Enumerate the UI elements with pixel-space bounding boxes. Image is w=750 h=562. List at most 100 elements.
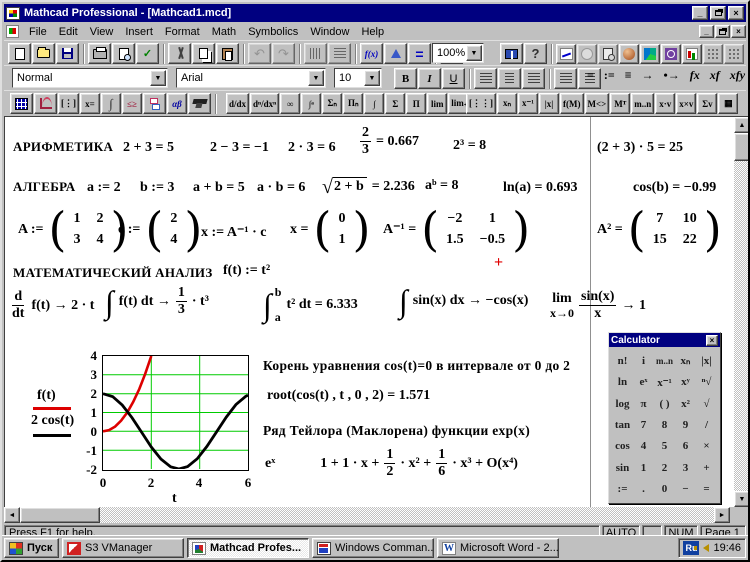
key-plus[interactable]: + [696, 457, 717, 478]
key-equals[interactable]: = [696, 479, 717, 500]
menu-file[interactable]: File [23, 24, 53, 40]
text-region-taylor-caption[interactable]: Ряд Тейлора (Маклорена) функции exp(x) [263, 423, 530, 439]
mathcad-app-icon[interactable] [6, 7, 20, 20]
key-square[interactable]: x² [675, 393, 696, 414]
vertical-scrollbar[interactable]: ▲ ▼ [734, 117, 750, 507]
font-select[interactable]: Arial ▼ [176, 68, 326, 88]
key-6[interactable]: 6 [675, 436, 696, 457]
math-region[interactable]: a + b = 5 [193, 180, 245, 196]
math-region-root[interactable]: root(cos(t) , t , 0 , 2) = 1.571 [267, 388, 430, 404]
task-word[interactable]: W Microsoft Word - 2... [437, 538, 559, 558]
menu-format[interactable]: Format [159, 24, 206, 40]
zoom-dropdown-arrow-icon[interactable]: ▼ [466, 45, 482, 61]
summation-limits-button[interactable]: Σₙ [322, 93, 342, 114]
heading-arithmetic[interactable]: АРИФМЕТИКА [13, 139, 113, 155]
op-infix[interactable]: xfy [725, 68, 750, 83]
key-tan[interactable]: tan [612, 414, 633, 435]
math-region-vector-c[interactable]: c := ( 24 ) [118, 209, 202, 250]
range-button[interactable]: m..n [631, 93, 654, 114]
symbolic-palette-button[interactable] [188, 93, 211, 114]
graph-zoom-button[interactable] [598, 44, 618, 64]
math-region-integral-1[interactable]: ∫ f(t) dt → 1 3 · t³ [105, 285, 209, 318]
key-cos[interactable]: cos [612, 436, 633, 457]
scroll-left-button[interactable]: ◄ [4, 507, 20, 523]
heading-analysis[interactable]: МАТЕМАТИЧЕСКИЙ АНАЛИЗ [13, 265, 213, 281]
product-button[interactable]: Π [406, 93, 426, 114]
calculator-title-bar[interactable]: Calculator × [609, 333, 720, 347]
key-divide[interactable]: / [696, 414, 717, 435]
matrix-column-button[interactable]: M<> [585, 93, 610, 114]
align-down-button[interactable] [328, 43, 351, 64]
print-preview-button[interactable] [112, 43, 135, 64]
restore-button[interactable] [710, 6, 726, 20]
child-close-button[interactable]: × [731, 25, 746, 38]
key-decimal[interactable]: . [633, 479, 654, 500]
summation-button[interactable]: Σ [385, 93, 405, 114]
math-region-derivative[interactable]: d dt f(t) → 2 · t [10, 289, 94, 322]
op-evaluate[interactable]: = [582, 68, 599, 83]
minimize-button[interactable]: _ [692, 6, 708, 20]
bullet-list-button[interactable] [554, 68, 577, 89]
subscript-button[interactable]: xₙ [497, 93, 517, 114]
matrix-palette-button[interactable]: [⋮] [58, 93, 79, 114]
key-range[interactable]: m..n [654, 350, 675, 371]
op-function[interactable]: fx [685, 68, 705, 83]
key-assign[interactable]: := [612, 479, 633, 500]
math-region[interactable]: a := 2 [87, 180, 121, 196]
math-region[interactable]: 2 − 3 = −1 [210, 140, 269, 156]
math-region[interactable]: a · b = 6 [257, 180, 305, 196]
scroll-up-button[interactable]: ▲ [734, 117, 750, 133]
style-select[interactable]: Normal ▼ [12, 68, 168, 88]
close-button[interactable]: × [728, 6, 744, 20]
key-parens[interactable]: ( ) [654, 393, 675, 414]
programming-palette-button[interactable] [143, 93, 166, 114]
key-2[interactable]: 2 [654, 457, 675, 478]
resource-center-button[interactable] [500, 43, 523, 64]
op-global-define[interactable]: ≡ [620, 68, 637, 83]
menu-insert[interactable]: Insert [119, 24, 159, 40]
math-region-integral-2[interactable]: ∫ b a t² dt = 6.333 [263, 285, 358, 325]
xy-plot-button[interactable] [556, 44, 576, 64]
vector-sum-button[interactable]: Σv [697, 93, 717, 114]
key-factorial[interactable]: n! [612, 350, 633, 371]
underline-button[interactable]: U [442, 68, 465, 89]
menu-window[interactable]: Window [304, 24, 355, 40]
key-absolute[interactable]: |x| [696, 350, 717, 371]
polar-plot-button[interactable] [577, 44, 597, 64]
product-limits-button[interactable]: Πₙ [343, 93, 363, 114]
graph-palette-button[interactable] [34, 93, 57, 114]
align-left-button[interactable] [474, 68, 497, 89]
determinant-button[interactable]: |x| [539, 93, 559, 114]
key-7[interactable]: 7 [633, 414, 654, 435]
key-pi[interactable]: π [633, 393, 654, 414]
scroll-down-button[interactable]: ▼ [734, 491, 750, 507]
key-log[interactable]: log [612, 393, 633, 414]
math-region-matrix-Ainv[interactable]: A⁻¹ = ( −21 1.5−0.5 ) [383, 209, 530, 250]
volume-icon[interactable] [703, 544, 709, 552]
key-minus[interactable]: − [675, 479, 696, 500]
align-right-button[interactable] [522, 68, 545, 89]
math-region-vector-x[interactable]: x = ( 01 ) [290, 209, 370, 250]
derivative-button[interactable]: d/dx [226, 93, 249, 114]
limit-button[interactable]: lim [427, 93, 447, 114]
font-dropdown-arrow-icon[interactable]: ▼ [308, 70, 324, 86]
size-dropdown-arrow-icon[interactable]: ▼ [364, 70, 380, 86]
calculate-button[interactable]: = [408, 43, 431, 64]
math-region[interactable]: 2 · 3 = 6 [288, 140, 336, 156]
copy-button[interactable] [192, 43, 215, 64]
key-sqrt[interactable]: √ [696, 393, 717, 414]
math-region-matrix-A[interactable]: A := ( 12 34 ) [18, 209, 128, 250]
bold-button[interactable]: B [394, 68, 417, 89]
dot-product-button[interactable]: x·v [655, 93, 675, 114]
open-button[interactable] [32, 43, 55, 64]
calculator-palette-window[interactable]: Calculator × n! i m..n xₙ |x| ln eˣ x⁻¹ … [608, 332, 721, 504]
cut-button[interactable] [168, 43, 191, 64]
key-exp[interactable]: eˣ [633, 371, 654, 392]
3d-bar-plot-button[interactable] [682, 44, 702, 64]
greek-palette-button[interactable]: αβ [167, 93, 187, 114]
size-select[interactable]: 10 ▼ [334, 68, 382, 88]
zoom-select[interactable]: 100% ▼ [432, 43, 484, 63]
menu-symbolics[interactable]: Symbolics [242, 24, 304, 40]
task-windows-commander[interactable]: Windows Comman... [312, 538, 434, 558]
math-region[interactable]: 2 + 3 = 5 [123, 140, 174, 156]
